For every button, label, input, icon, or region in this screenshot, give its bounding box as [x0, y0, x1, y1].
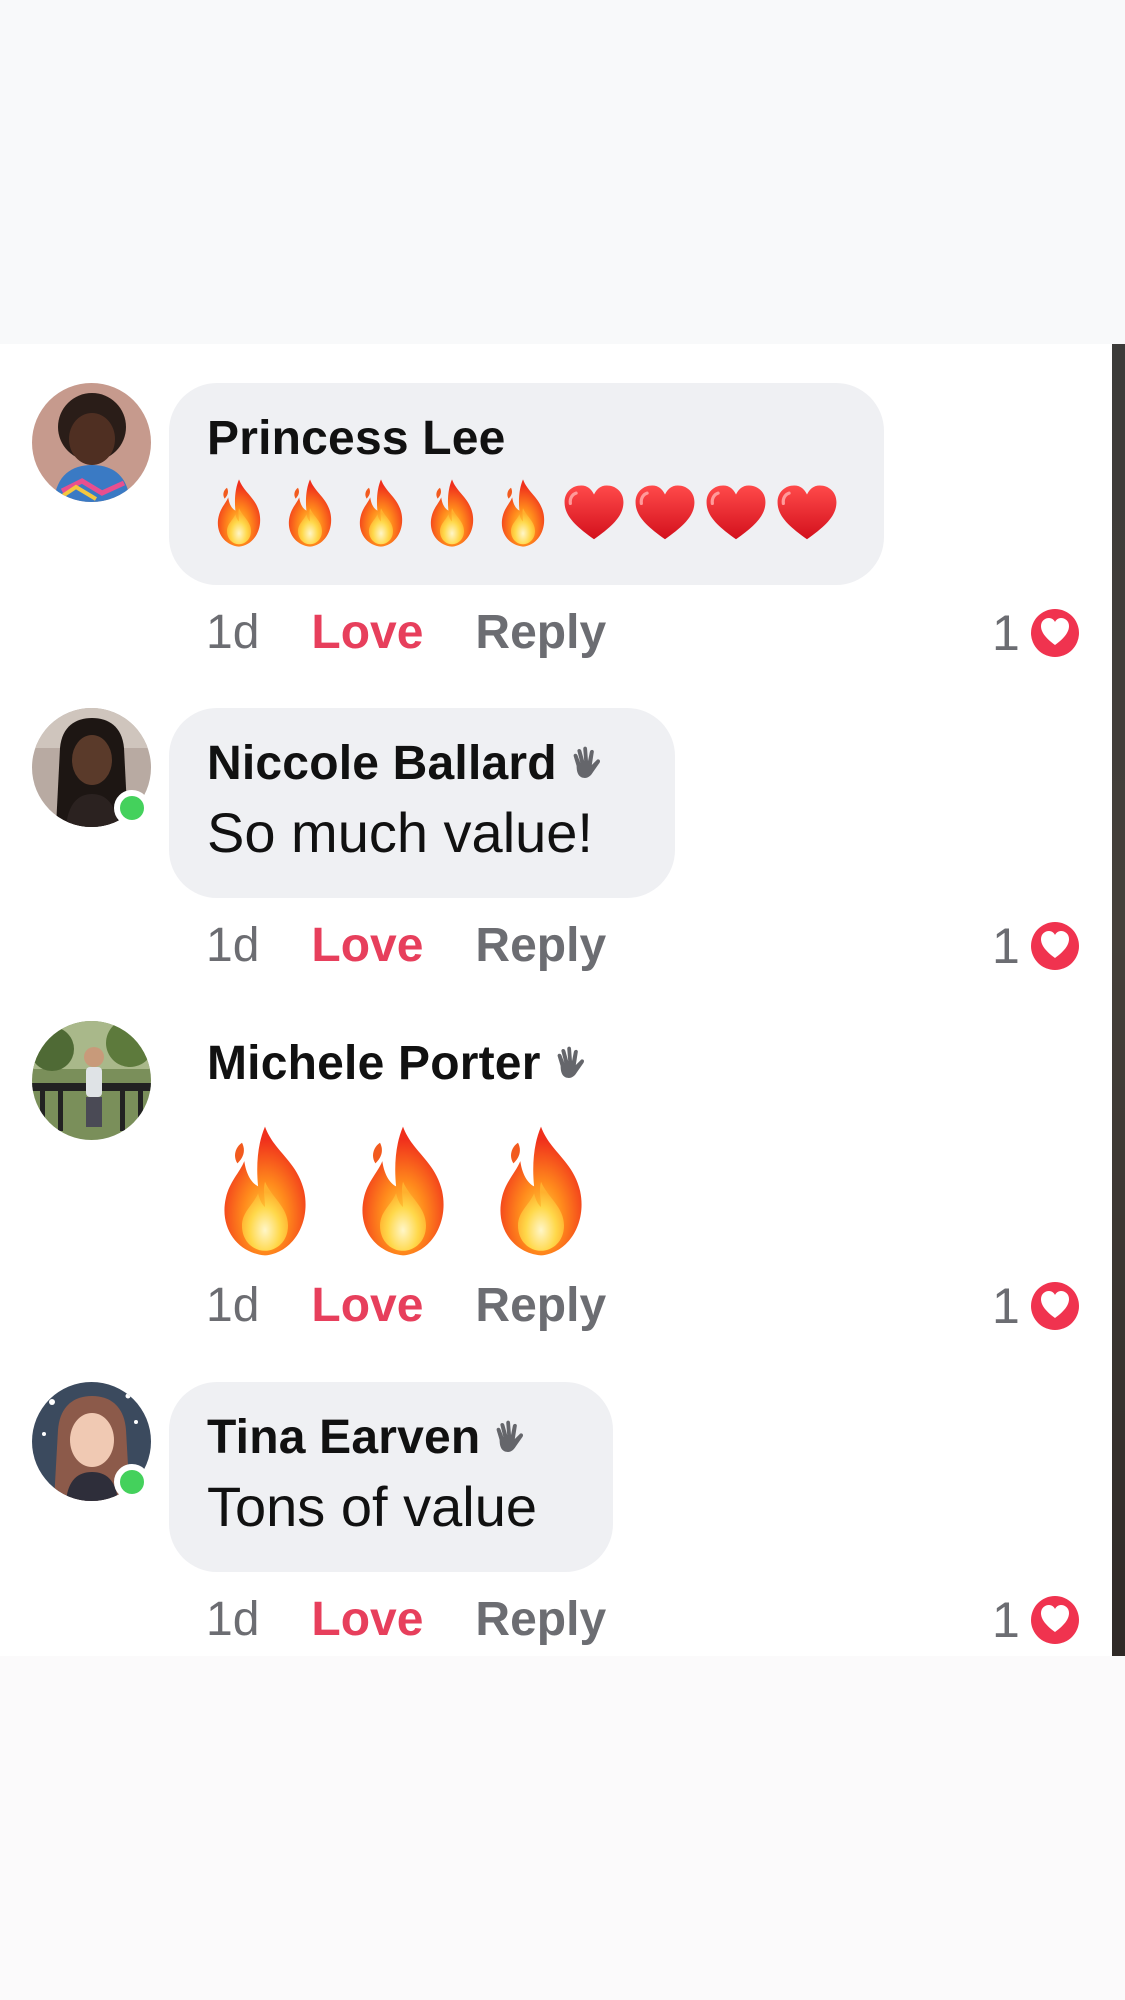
- fire-emoji-icon: [278, 477, 342, 549]
- comment-actions: 1d Love Reply: [206, 918, 606, 974]
- avatar[interactable]: [32, 1021, 151, 1140]
- fire-emoji-icon: [483, 1122, 599, 1260]
- reaction-count: 1: [992, 1278, 1020, 1334]
- comment-bubble[interactable]: Niccole Ballard So much value!: [169, 708, 675, 898]
- red-heart-emoji-icon: [775, 477, 839, 549]
- comment-author[interactable]: Tina Earven: [207, 1410, 575, 1466]
- fire-emoji-icon: [207, 1122, 323, 1260]
- bottom-blank-area: [0, 1656, 1125, 2000]
- red-heart-emoji-icon: [704, 477, 768, 549]
- love-button[interactable]: Love: [311, 918, 423, 974]
- comment-emoji-text: [207, 477, 846, 549]
- fire-emoji-icon: [345, 1122, 461, 1260]
- love-button[interactable]: Love: [311, 605, 423, 661]
- red-heart-emoji-icon: [562, 477, 626, 549]
- comment-time: 1d: [206, 919, 260, 972]
- comment-text: Tons of value: [207, 1475, 537, 1538]
- reply-button[interactable]: Reply: [475, 1592, 606, 1648]
- online-status-indicator: [114, 1464, 150, 1500]
- wave-icon: [553, 1045, 591, 1083]
- author-name[interactable]: Princess Lee: [207, 411, 506, 467]
- fire-emoji-icon: [420, 477, 484, 549]
- love-button[interactable]: Love: [311, 1592, 423, 1648]
- love-reaction-icon: [1030, 1596, 1079, 1644]
- top-blank-area: [0, 0, 1125, 344]
- reply-button[interactable]: Reply: [475, 918, 606, 974]
- page-edge: [1112, 344, 1125, 1656]
- reaction-summary[interactable]: 1: [992, 918, 1080, 974]
- online-status-indicator: [114, 790, 150, 826]
- comment-author[interactable]: Niccole Ballard: [207, 736, 637, 792]
- red-heart-emoji-icon: [633, 477, 697, 549]
- reaction-summary[interactable]: 1: [992, 1592, 1080, 1648]
- comment-bubble[interactable]: Princess Lee: [169, 383, 884, 585]
- author-name[interactable]: Niccole Ballard: [207, 736, 557, 792]
- comment-time: 1d: [206, 1279, 260, 1332]
- reaction-summary[interactable]: 1: [992, 1278, 1080, 1334]
- reaction-count: 1: [992, 1592, 1020, 1648]
- author-name[interactable]: Tina Earven: [207, 1410, 480, 1466]
- avatar-photo: [32, 1021, 151, 1140]
- comment-emoji-text: [207, 1122, 599, 1260]
- fire-emoji-icon: [491, 477, 555, 549]
- reaction-count: 1: [992, 605, 1020, 661]
- reaction-summary[interactable]: 1: [992, 605, 1080, 661]
- author-name[interactable]: Michele Porter: [207, 1036, 541, 1092]
- comment-author[interactable]: Michele Porter: [207, 1036, 599, 1092]
- avatar[interactable]: [32, 708, 151, 827]
- love-reaction-icon: [1030, 609, 1079, 657]
- comment-bubble[interactable]: Tina Earven Tons of value: [169, 1382, 613, 1572]
- reply-button[interactable]: Reply: [475, 605, 606, 661]
- avatar-photo: [32, 383, 151, 502]
- avatar[interactable]: [32, 383, 151, 502]
- comment-actions: 1d Love Reply: [206, 1592, 606, 1648]
- comment-text: So much value!: [207, 801, 593, 864]
- comment-author[interactable]: Princess Lee: [207, 411, 846, 467]
- love-reaction-icon: [1030, 922, 1079, 970]
- comment-time: 1d: [206, 1593, 260, 1646]
- reaction-count: 1: [992, 918, 1020, 974]
- fire-emoji-icon: [207, 477, 271, 549]
- reply-button[interactable]: Reply: [475, 1278, 606, 1334]
- fire-emoji-icon: [349, 477, 413, 549]
- comment-actions: 1d Love Reply: [206, 605, 606, 661]
- love-reaction-icon: [1030, 1282, 1079, 1330]
- wave-icon: [569, 745, 607, 783]
- love-button[interactable]: Love: [311, 1278, 423, 1334]
- comment-time: 1d: [206, 606, 260, 659]
- comment-actions: 1d Love Reply: [206, 1278, 606, 1334]
- wave-icon: [492, 1419, 530, 1457]
- comment-body[interactable]: Michele Porter: [207, 1036, 599, 1260]
- avatar[interactable]: [32, 1382, 151, 1501]
